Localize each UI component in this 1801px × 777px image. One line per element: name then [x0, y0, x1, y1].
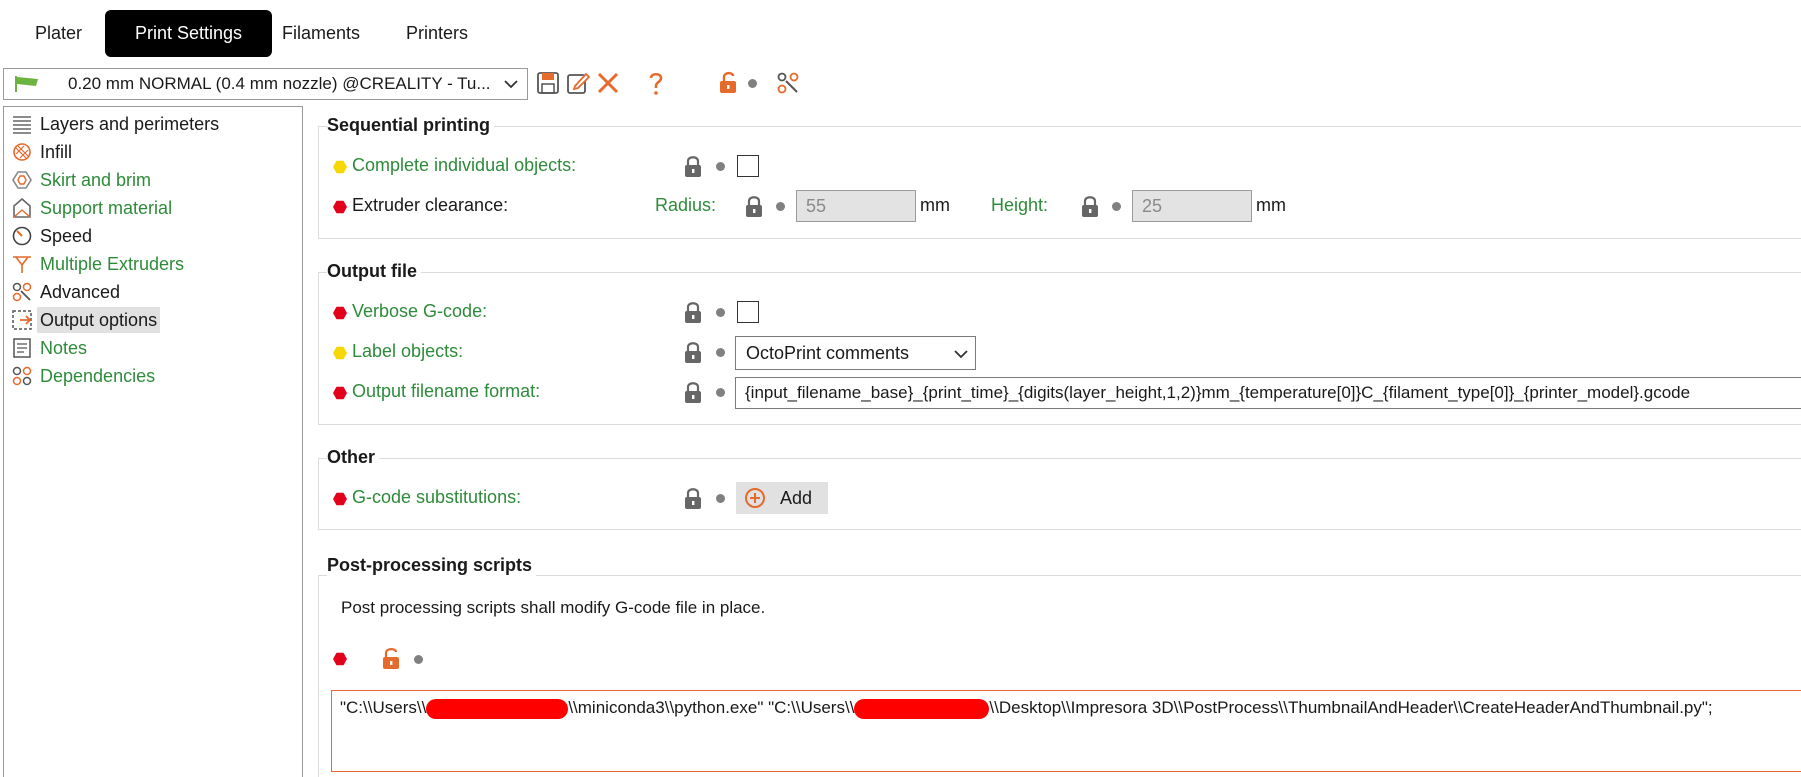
value-status-dot: [748, 79, 757, 88]
extruder-icon: [13, 256, 31, 273]
section-title-other: Other: [327, 447, 380, 468]
other-group: [318, 458, 1801, 530]
lock-icon[interactable]: [1080, 194, 1100, 218]
verbose-gcode-checkbox[interactable]: [737, 301, 759, 323]
infill-icon: [13, 143, 31, 161]
layers-icon: [13, 116, 31, 134]
height-unit: mm: [1256, 195, 1286, 215]
preset-toolbar: 0.20 mm NORMAL (0.4 mm nozzle) @CREALITY…: [0, 66, 1801, 102]
complete-objects-label: Complete individual objects:: [352, 155, 577, 175]
radius-input[interactable]: 55: [796, 190, 916, 222]
support-icon: [13, 198, 31, 218]
plus-circle-icon: [745, 488, 765, 508]
output-export-icon: [12, 310, 32, 330]
label-objects-select[interactable]: OctoPrint comments: [735, 336, 976, 370]
sequential-printing-group: [318, 126, 1801, 239]
tab-plater[interactable]: Plater: [5, 10, 112, 57]
tab-printers[interactable]: Printers: [376, 10, 498, 57]
add-label: Add: [780, 488, 813, 508]
radius-unit: mm: [920, 195, 950, 215]
compare-presets-icon[interactable]: [775, 70, 801, 96]
chevron-down-icon: [954, 350, 968, 359]
tab-print-settings[interactable]: Print Settings: [105, 10, 273, 57]
redaction-mark: [854, 698, 990, 719]
unlocked-lock-icon[interactable]: [716, 70, 742, 96]
gcode-substitutions-label: G-code substitutions:: [352, 487, 522, 507]
section-title-output-file: Output file: [327, 261, 421, 282]
save-preset-icon[interactable]: [535, 70, 561, 96]
settings-sidebar: Layers and perimeters Infill Skirt and b…: [3, 106, 303, 777]
tab-filaments[interactable]: Filaments: [252, 10, 390, 57]
lock-icon[interactable]: [683, 486, 703, 510]
extruder-clearance-label: Extruder clearance:: [352, 195, 509, 215]
value-status-dot: [716, 348, 725, 357]
label-objects-label: Label objects:: [352, 341, 464, 361]
complete-objects-checkbox[interactable]: [737, 155, 759, 177]
height-input[interactable]: 25: [1132, 190, 1252, 222]
value-status-dot: [716, 388, 725, 397]
system-preset-flag-icon: [15, 76, 38, 92]
preset-dropdown[interactable]: 0.20 mm NORMAL (0.4 mm nozzle) @CREALITY…: [3, 68, 528, 100]
post-processing-description: Post processing scripts shall modify G-c…: [341, 598, 766, 617]
radius-label: Radius:: [655, 195, 717, 215]
lock-icon[interactable]: [744, 194, 764, 218]
height-label: Height:: [991, 195, 1049, 215]
top-tab-bar: Plater Print Settings Filaments Printers: [0, 0, 1801, 60]
add-substitution-button[interactable]: Add: [736, 482, 828, 514]
lock-icon[interactable]: [683, 380, 703, 404]
chevron-down-icon: [504, 80, 518, 89]
section-title-post-processing: Post-processing scripts: [327, 555, 537, 576]
label-objects-value: OctoPrint comments: [746, 343, 910, 363]
speed-gauge-icon: [12, 226, 32, 246]
value-status-dot: [716, 162, 725, 171]
skirt-brim-icon: [12, 171, 32, 189]
value-status-dot: [1112, 202, 1121, 211]
section-title-sequential: Sequential printing: [327, 115, 495, 136]
post-processing-script-textarea[interactable]: "C:\\Users\\ \\miniconda3\\python.exe" "C…: [331, 690, 1801, 772]
value-status-dot: [776, 202, 785, 211]
dependencies-icon: [12, 366, 32, 386]
lock-icon[interactable]: [683, 340, 703, 364]
value-status-dot: [716, 494, 725, 503]
output-filename-format-label: Output filename format:: [352, 381, 541, 401]
script-line: "C:\\Users\\ \\miniconda3\\python.exe" "C…: [340, 698, 1713, 719]
redaction-mark: [426, 698, 569, 719]
verbose-gcode-label: Verbose G-code:: [352, 301, 488, 321]
unlocked-lock-icon[interactable]: [381, 646, 401, 670]
help-question-icon[interactable]: [643, 70, 669, 96]
preset-name: 0.20 mm NORMAL (0.4 mm nozzle) @CREALITY…: [68, 74, 491, 93]
output-filename-format-input[interactable]: {input_filename_base}_{print_time}_{digi…: [735, 377, 1801, 409]
value-status-dot: [716, 308, 725, 317]
lock-icon[interactable]: [683, 300, 703, 324]
advanced-wrench-icon: [12, 282, 32, 302]
notes-icon: [13, 338, 31, 358]
lock-icon[interactable]: [683, 154, 703, 178]
delete-preset-icon[interactable]: [595, 70, 621, 96]
value-status-dot: [414, 655, 423, 664]
rename-preset-icon[interactable]: [565, 70, 591, 96]
